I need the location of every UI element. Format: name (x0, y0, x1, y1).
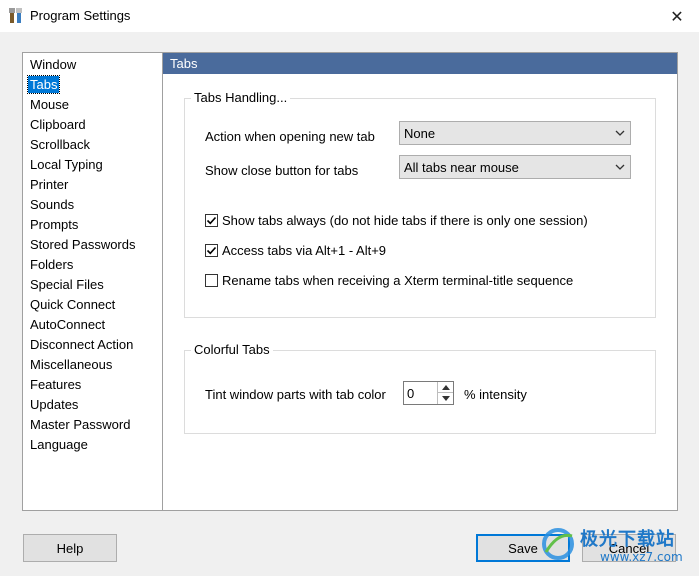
new-tab-action-value: None (404, 126, 436, 141)
sidebar-item-updates[interactable]: Updates (28, 396, 80, 413)
sidebar-item-disconnect-action[interactable]: Disconnect Action (28, 336, 135, 353)
sidebar-item-sounds[interactable]: Sounds (28, 196, 76, 213)
sidebar-item-printer[interactable]: Printer (28, 176, 70, 193)
sidebar-item-autoconnect[interactable]: AutoConnect (28, 316, 107, 333)
show-tabs-always-label: Show tabs always (do not hide tabs if th… (222, 212, 588, 228)
rename-tabs-checkbox[interactable] (205, 273, 218, 287)
sidebar-item-clipboard[interactable]: Clipboard (28, 116, 88, 133)
chevron-down-icon (615, 164, 625, 170)
close-button-label: Show close button for tabs (205, 163, 359, 178)
tint-unit-label: % intensity (464, 387, 527, 402)
tint-label: Tint window parts with tab color (205, 387, 386, 402)
close-window-button[interactable]: ✕ (655, 0, 699, 32)
sidebar-item-folders[interactable]: Folders (28, 256, 75, 273)
sidebar-item-prompts[interactable]: Prompts (28, 216, 80, 233)
spin-down-button[interactable] (438, 393, 453, 404)
arrow-down-icon (441, 396, 450, 401)
new-tab-action-select[interactable]: None (399, 121, 631, 145)
colorful-tabs-group: Colorful Tabs Tint window parts with tab… (184, 342, 656, 434)
spinner-buttons (437, 382, 453, 404)
alt-access-checkbox[interactable] (205, 243, 218, 257)
sidebar-item-master-password[interactable]: Master Password (28, 416, 132, 433)
sidebar-item-language[interactable]: Language (28, 436, 90, 453)
alt-access-label: Access tabs via Alt+1 - Alt+9 (222, 242, 387, 258)
watermark-logo-icon (542, 528, 574, 560)
sidebar-item-mouse[interactable]: Mouse (28, 96, 71, 113)
watermark-title: 极光下载站 (580, 529, 675, 550)
close-button-select[interactable]: All tabs near mouse (399, 155, 631, 179)
help-button[interactable]: Help (23, 534, 117, 562)
watermark: 极光下载站 www.xz7.com (540, 523, 695, 573)
sidebar-item-tabs[interactable]: Tabs (26, 75, 61, 94)
tint-intensity-spinner[interactable]: 0 (403, 381, 454, 405)
new-tab-action-label: Action when opening new tab (205, 129, 375, 144)
sidebar-item-quick-connect[interactable]: Quick Connect (28, 296, 117, 313)
checkmark-icon (206, 246, 217, 254)
sidebar-item-features[interactable]: Features (28, 376, 83, 393)
spin-up-button[interactable] (438, 382, 453, 393)
chevron-down-icon (615, 130, 625, 136)
close-icon: ✕ (670, 6, 684, 26)
show-tabs-always-checkbox[interactable] (205, 213, 218, 227)
panel-header: Tabs (163, 53, 677, 74)
tabs-handling-group: Tabs Handling... Action when opening new… (184, 90, 656, 318)
watermark-url: www.xz7.com (600, 550, 683, 564)
arrow-up-icon (441, 384, 450, 390)
settings-panel: Tabs Tabs Handling... Action when openin… (163, 52, 678, 511)
settings-category-list[interactable]: Window Tabs Mouse Clipboard Scrollback L… (22, 52, 163, 511)
close-button-value: All tabs near mouse (404, 160, 519, 175)
checkmark-icon (206, 216, 217, 224)
window-title: Program Settings (30, 8, 131, 23)
tint-intensity-value[interactable]: 0 (407, 386, 414, 401)
sidebar-item-local-typing[interactable]: Local Typing (28, 156, 105, 173)
app-tools-icon (9, 8, 22, 23)
sidebar-item-miscellaneous[interactable]: Miscellaneous (28, 356, 114, 373)
sidebar-item-special-files[interactable]: Special Files (28, 276, 106, 293)
sidebar-item-scrollback[interactable]: Scrollback (28, 136, 92, 153)
sidebar-item-window[interactable]: Window (28, 56, 78, 73)
show-tabs-always-row[interactable]: Show tabs always (do not hide tabs if th… (205, 212, 588, 228)
rename-tabs-row[interactable]: Rename tabs when receiving a Xterm termi… (205, 272, 573, 288)
colorful-tabs-title: Colorful Tabs (191, 342, 273, 358)
rename-tabs-label: Rename tabs when receiving a Xterm termi… (222, 272, 574, 288)
tabs-handling-title: Tabs Handling... (191, 90, 291, 106)
title-bar: Program Settings ✕ (0, 0, 699, 32)
sidebar-item-stored-passwords[interactable]: Stored Passwords (28, 236, 138, 253)
alt-access-row[interactable]: Access tabs via Alt+1 - Alt+9 (205, 242, 386, 258)
